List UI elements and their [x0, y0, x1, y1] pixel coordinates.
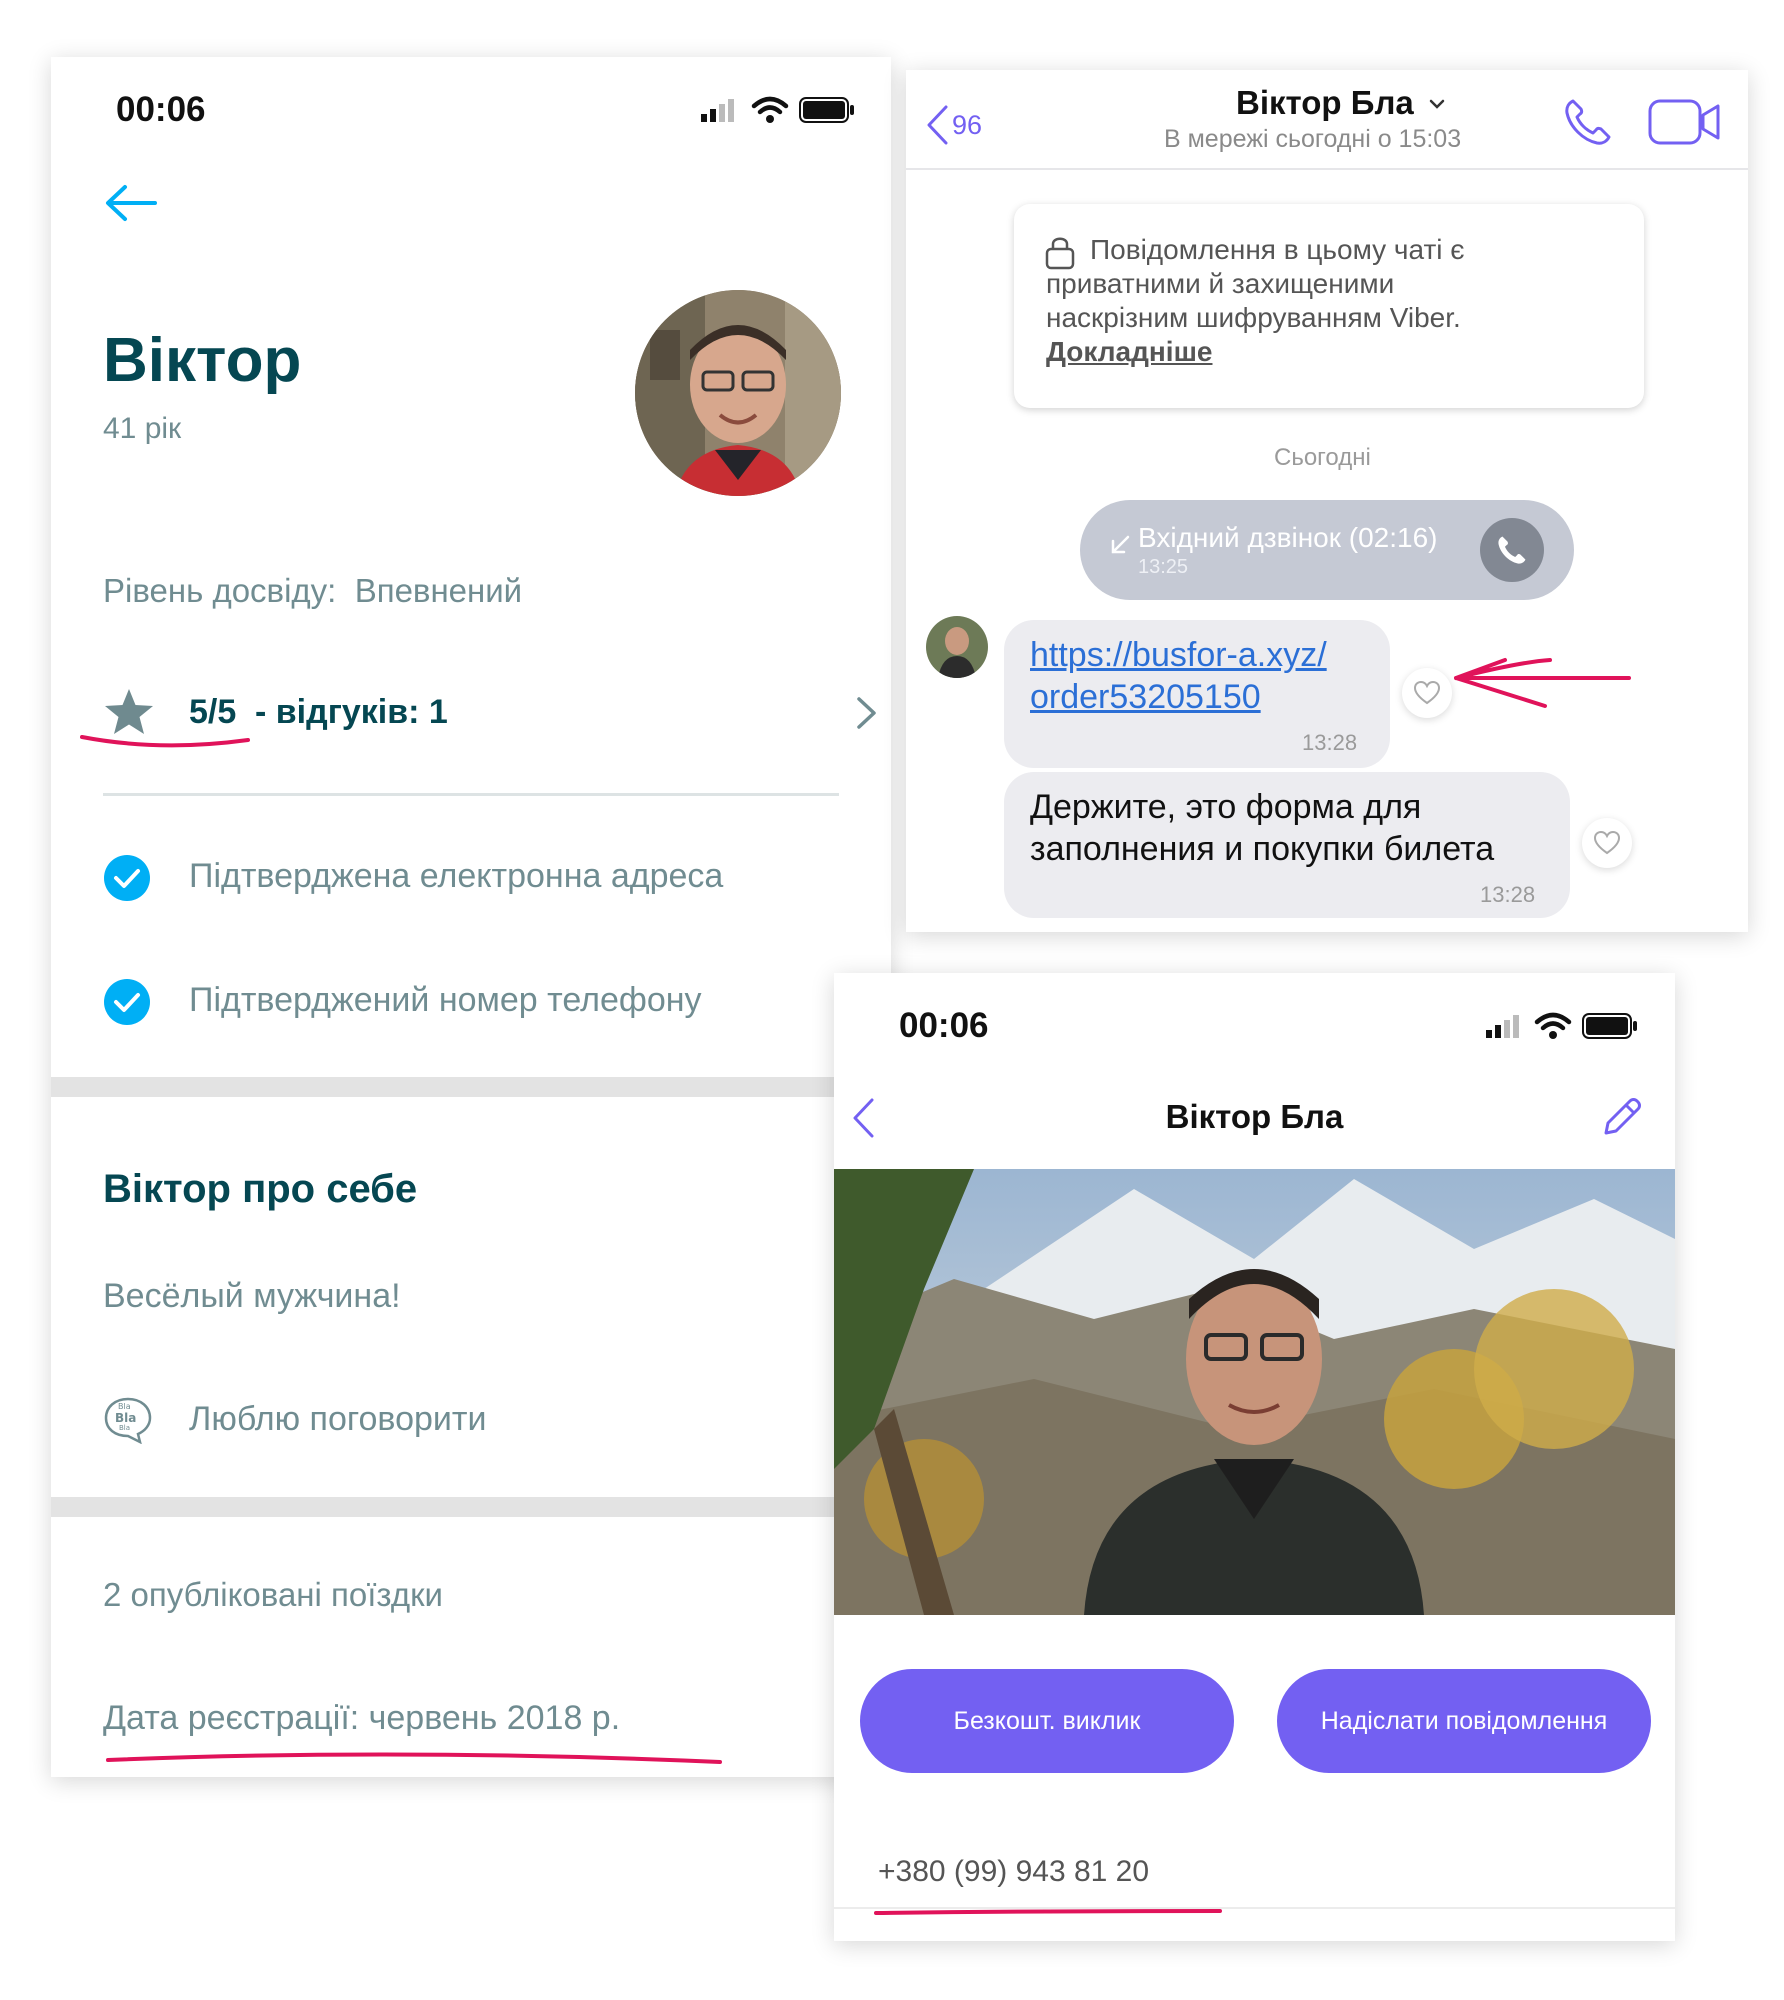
annotation-layer — [80, 658, 1631, 1915]
underline-registration — [106, 1752, 722, 1764]
underline-rating — [80, 735, 250, 748]
arrow-annotation — [1454, 658, 1631, 708]
underline-phone — [874, 1909, 1222, 1915]
